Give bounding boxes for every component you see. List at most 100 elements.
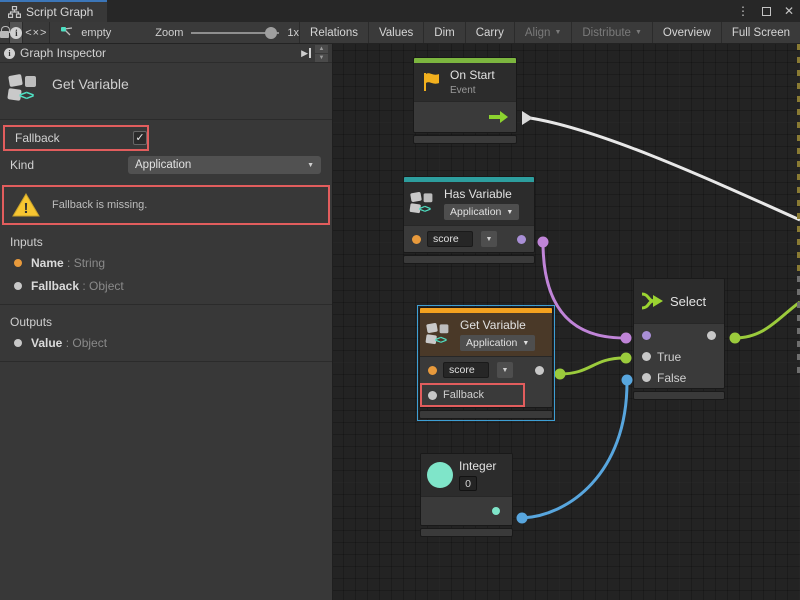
wires-layer	[333, 44, 800, 600]
chevron-down-icon: ▼	[502, 367, 509, 374]
chevron-down-icon: ▼	[506, 209, 513, 216]
port-dot-gray	[14, 339, 22, 347]
variable-picker-button[interactable]: ▼	[497, 362, 513, 378]
variable-picker-button[interactable]: ▼	[481, 231, 497, 247]
node-footer	[633, 391, 725, 400]
maximize-icon[interactable]	[762, 7, 771, 16]
wire-endpoint	[538, 237, 549, 248]
tab-script-graph[interactable]: Script Graph	[0, 0, 107, 22]
divider	[0, 361, 332, 362]
node-has-variable[interactable]: <> Has Variable Application ▼	[403, 176, 535, 264]
values-button[interactable]: Values	[368, 22, 423, 43]
condition-input-port[interactable]	[642, 331, 651, 340]
chevron-down-icon: ▼	[307, 162, 314, 169]
overview-button[interactable]: Overview	[652, 22, 721, 43]
wire-endpoint	[621, 353, 632, 364]
graph-inspector-panel: i Graph Inspector ▶ ▲ ▼ <> Get Variable	[0, 44, 333, 600]
flow-output-port[interactable]	[488, 111, 508, 123]
integer-icon	[427, 462, 453, 488]
wire-endpoint	[517, 513, 528, 524]
svg-text:!: !	[24, 200, 29, 217]
wire-endpoint	[730, 333, 741, 344]
kind-row: Kind Application ▼	[0, 154, 332, 176]
graph-icon	[8, 6, 21, 18]
tab-title: Script Graph	[26, 5, 93, 19]
toolbar-buttons: Relations Values Dim Carry Align▼ Distri…	[299, 22, 800, 43]
chevron-down-icon: ▼	[635, 29, 642, 36]
full-screen-button[interactable]: Full Screen	[721, 22, 800, 43]
select-icon	[640, 290, 664, 312]
close-icon[interactable]: ✕	[784, 4, 794, 18]
lock-button[interactable]	[0, 22, 10, 43]
zoom-slider-handle[interactable]	[265, 27, 277, 39]
unit-title: Get Variable	[52, 73, 129, 92]
value-output-port[interactable]	[535, 366, 544, 375]
node-subtitle: Event	[450, 85, 495, 96]
fallback-checkbox[interactable]: ✓	[133, 131, 147, 145]
kind-dropdown[interactable]: Application ▼	[128, 156, 321, 174]
unit-header: <> Get Variable	[0, 63, 332, 120]
chevron-down-icon: ▼	[554, 29, 561, 36]
zoom-slider[interactable]	[191, 27, 279, 39]
mini-graph-icon	[60, 26, 75, 39]
window-controls: ⋮ ✕	[737, 0, 794, 22]
node-integer[interactable]: Integer 0	[420, 453, 513, 537]
node-title: Select	[670, 294, 706, 309]
wire-purple	[543, 242, 624, 338]
fallback-highlight-box	[420, 383, 525, 407]
tab-strip: Script Graph ⋮ ✕	[0, 0, 800, 22]
info-icon: i	[10, 27, 22, 39]
selection-output-port[interactable]	[707, 331, 716, 340]
bool-output-port[interactable]	[517, 235, 526, 244]
integer-value-field[interactable]: 0	[459, 476, 477, 491]
dim-button[interactable]: Dim	[423, 22, 464, 43]
graph-reference-label: empty	[81, 27, 111, 39]
true-input-port[interactable]	[642, 352, 651, 361]
integer-output-port[interactable]	[492, 507, 500, 515]
port-dot-orange	[14, 259, 22, 267]
graph-toolbar: i <×> empty Zoom 1x Relations Values Dim…	[0, 22, 800, 44]
unity-editor-window: Script Graph ⋮ ✕ i <×> empty Zoom	[0, 0, 800, 600]
wire-white	[530, 118, 800, 220]
false-input-port[interactable]	[642, 373, 651, 382]
distribute-button: Distribute▼	[571, 22, 652, 43]
flag-icon	[420, 70, 444, 94]
carry-button[interactable]: Carry	[465, 22, 514, 43]
scroll-down-icon[interactable]: ▼	[315, 54, 328, 62]
relations-button[interactable]: Relations	[299, 22, 368, 43]
graph-reference[interactable]: empty	[50, 22, 121, 43]
wire-endpoint	[621, 333, 632, 344]
name-input-port[interactable]	[428, 366, 437, 375]
node-select[interactable]: Select True False	[633, 278, 725, 400]
node-title: On Start	[450, 68, 495, 82]
variable-name-field[interactable]: score	[427, 231, 473, 247]
name-input-port[interactable]	[412, 235, 421, 244]
zoom-control: Zoom 1x	[155, 27, 299, 39]
node-footer	[413, 135, 517, 144]
node-footer	[420, 528, 513, 537]
outputs-section-title: Outputs	[0, 305, 332, 331]
node-on-start[interactable]: On Start Event	[413, 57, 517, 144]
false-port-label: False	[657, 371, 686, 385]
output-row: Value : Object	[0, 331, 332, 354]
true-port-label: True	[657, 350, 681, 364]
kebab-menu-icon[interactable]: ⋮	[737, 4, 749, 18]
info-icon: i	[4, 48, 15, 59]
flow-wire-start	[522, 111, 533, 125]
kind-dropdown[interactable]: Application ▼	[444, 204, 519, 220]
variable-icon: <>	[8, 73, 42, 105]
variable-name-field[interactable]: score	[443, 362, 489, 378]
inspector-toggle-button[interactable]: i	[10, 22, 23, 43]
wire-endpoint	[622, 375, 633, 386]
inspector-title: Graph Inspector	[20, 46, 106, 60]
scrollbar[interactable]: ▲ ▼	[315, 45, 328, 62]
wire-green-out	[735, 302, 800, 338]
scroll-up-icon[interactable]: ▲	[315, 45, 328, 53]
variable-icon: <>	[426, 322, 448, 343]
graph-canvas[interactable]: On Start Event	[333, 44, 800, 600]
code-preview-button[interactable]: <×>	[23, 22, 50, 43]
warning-text: Fallback is missing.	[52, 199, 147, 211]
port-dot-gray	[14, 282, 22, 290]
dock-icon[interactable]: ▶	[301, 48, 311, 59]
node-get-variable[interactable]: <> Get Variable Application ▼	[419, 307, 553, 419]
